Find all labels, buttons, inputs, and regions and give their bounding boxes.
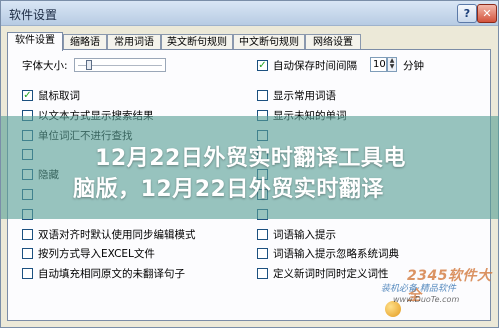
autosave-row[interactable]: ✓ 自动保存时间间隔: [257, 58, 357, 73]
left-label-8: 按列方式导入EXCEL文件: [38, 248, 155, 261]
right-option-7[interactable]: 词语输入提示: [257, 227, 336, 242]
watermark-url: www.DuoTe.com: [393, 295, 460, 304]
left-checkbox-9[interactable]: [22, 268, 33, 280]
slider-thumb[interactable]: [85, 60, 92, 70]
left-checkbox-8[interactable]: [22, 248, 33, 260]
settings-dialog: 软件设置 ? ✕ 软件设置 缩略语 常用词语 英文断句规则 中文断句规则 网络设…: [0, 0, 499, 328]
font-size-label: 字体大小:: [22, 60, 68, 72]
left-checkbox-0[interactable]: ✓: [22, 90, 33, 101]
right-label-8: 词语输入提示忽略系统词典: [273, 248, 399, 261]
left-checkbox-7[interactable]: [22, 228, 33, 240]
right-label-9: 定义新词时同时定义词性: [273, 268, 389, 281]
autosave-unit: 分钟: [403, 60, 424, 72]
right-label-0: 显示常用词语: [273, 90, 336, 102]
left-option-9[interactable]: 自动填充相同原文的未翻译句子: [22, 266, 185, 281]
autosave-spinner[interactable]: ▲ ▼: [387, 57, 397, 72]
left-option-8[interactable]: 按列方式导入EXCEL文件: [22, 246, 155, 261]
left-option-7[interactable]: 双语对齐时默认使用同步编辑模式: [22, 227, 196, 242]
window-title: 软件设置: [9, 8, 58, 22]
close-button[interactable]: ✕: [477, 4, 497, 23]
tab-abbreviations[interactable]: 缩略语: [63, 34, 107, 50]
autosave-label: 自动保存时间间隔: [273, 60, 357, 72]
autosave-interval-input[interactable]: 10: [370, 57, 387, 72]
font-size-slider[interactable]: [74, 58, 166, 72]
tab-english-segmentation[interactable]: 英文断句规则: [161, 34, 233, 50]
tab-network-settings[interactable]: 网络设置: [305, 34, 361, 50]
right-checkbox-9[interactable]: [257, 268, 268, 280]
tab-chinese-segmentation[interactable]: 中文断句规则: [233, 34, 305, 50]
font-size-row: 字体大小:: [22, 58, 68, 73]
title-banner-overlay: 12月22日外贸实时翻译工具电 脑版，12月22日外贸实时翻译: [1, 116, 499, 219]
title-bar: 软件设置 ? ✕: [1, 1, 498, 26]
right-checkbox-7[interactable]: [257, 228, 268, 240]
tab-software-settings[interactable]: 软件设置: [7, 32, 63, 51]
right-option-8[interactable]: 词语输入提示忽略系统词典: [257, 246, 399, 261]
autosave-checkbox[interactable]: ✓: [257, 60, 268, 71]
help-button[interactable]: ?: [457, 4, 477, 23]
banner-line-2: 脑版，12月22日外贸实时翻译: [73, 177, 384, 202]
right-checkbox-0[interactable]: [257, 90, 268, 101]
site-watermark: 2345软件大全 装机必备·精品软件 www.DuoTe.com: [379, 265, 497, 321]
left-label-7: 双语对齐时默认使用同步编辑模式: [38, 228, 196, 241]
right-option-0[interactable]: 显示常用词语: [257, 88, 336, 103]
left-option-0[interactable]: ✓ 鼠标取词: [22, 88, 80, 103]
right-label-7: 词语输入提示: [273, 228, 336, 241]
left-label-0: 鼠标取词: [38, 90, 80, 102]
right-checkbox-8[interactable]: [257, 248, 268, 260]
right-option-9[interactable]: 定义新词时同时定义词性: [257, 266, 389, 281]
left-label-9: 自动填充相同原文的未翻译句子: [38, 268, 185, 281]
banner-line-1: 12月22日外贸实时翻译工具电: [95, 146, 406, 171]
watermark-subtitle: 装机必备·精品软件: [381, 284, 456, 294]
tab-common-phrases[interactable]: 常用词语: [107, 34, 161, 50]
